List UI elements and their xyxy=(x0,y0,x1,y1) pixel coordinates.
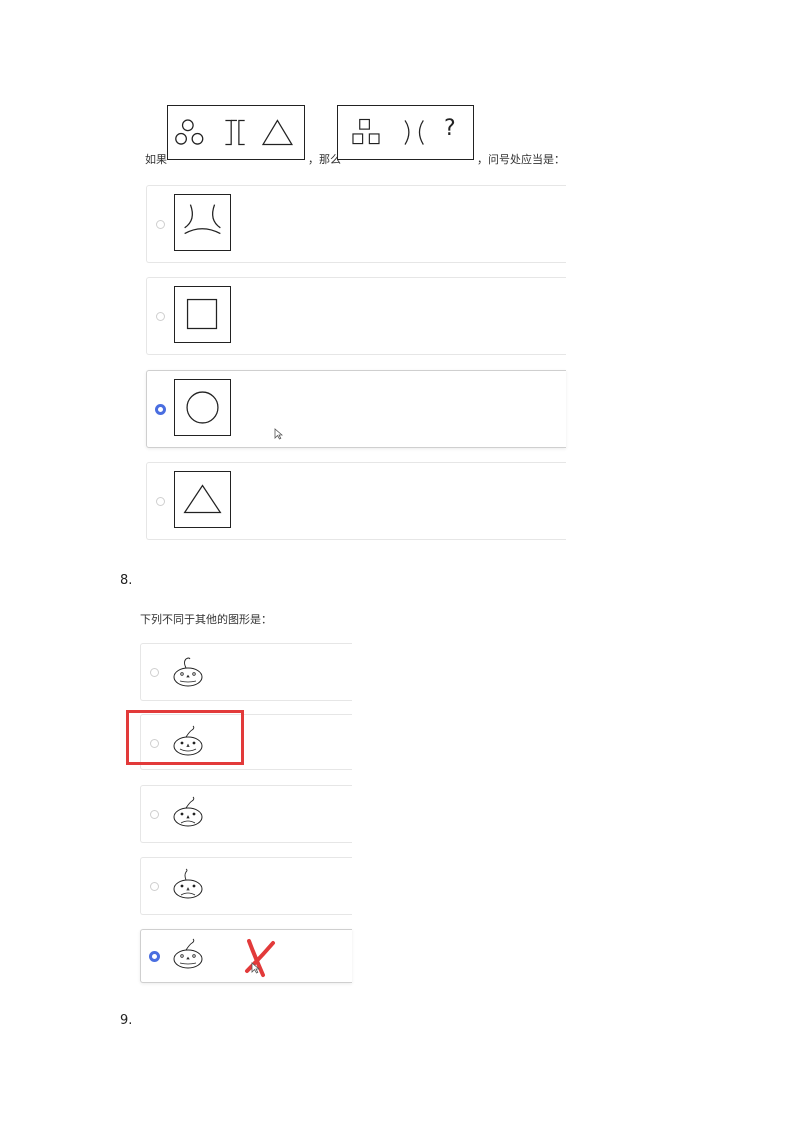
radio-button[interactable] xyxy=(156,497,165,506)
triangle-icon xyxy=(183,484,222,514)
q7-premise-figure xyxy=(167,105,305,160)
premise-shapes-icon xyxy=(175,119,293,146)
pumpkin-face-icon xyxy=(173,938,203,969)
mouse-cursor-icon xyxy=(274,428,283,440)
q8-number: 8. xyxy=(120,573,133,588)
q7-option-b[interactable] xyxy=(146,277,566,355)
q7-option-a[interactable] xyxy=(146,185,566,263)
radio-button[interactable] xyxy=(156,220,165,229)
option-figure xyxy=(174,194,231,251)
red-highlight-box xyxy=(126,710,244,765)
pumpkin-face-icon xyxy=(173,657,203,687)
option-figure xyxy=(174,379,231,436)
q7-conclusion-figure: ? xyxy=(337,105,474,160)
option-figure xyxy=(174,286,231,343)
circle-icon xyxy=(186,391,219,424)
radio-button[interactable] xyxy=(150,882,159,891)
pumpkin-face-icon xyxy=(173,868,203,899)
curved-triangle-icon xyxy=(184,204,221,235)
q7-option-d[interactable] xyxy=(146,462,566,540)
q7-suffix: ，问号处应当是： xyxy=(477,153,565,166)
option-figure xyxy=(174,471,231,528)
q7-option-c[interactable] xyxy=(146,370,566,448)
radio-button[interactable] xyxy=(150,810,159,819)
radio-button[interactable] xyxy=(156,312,165,321)
radio-button-checked[interactable] xyxy=(155,404,166,415)
square-icon xyxy=(186,298,218,330)
q9-number: 9. xyxy=(120,1013,133,1028)
mouse-cursor-icon xyxy=(251,962,260,974)
wrong-mark-icon xyxy=(245,939,275,977)
q8-prompt: 下列不同于其他的图形是： xyxy=(140,613,272,626)
q8-option-d[interactable] xyxy=(140,857,352,915)
question-mark: ? xyxy=(444,116,456,141)
pumpkin-face-icon xyxy=(173,796,203,827)
q8-option-e[interactable] xyxy=(140,929,352,983)
q7-prefix: 如果 xyxy=(145,153,167,166)
q8-option-a[interactable] xyxy=(140,643,352,701)
radio-button[interactable] xyxy=(150,668,159,677)
radio-button-checked[interactable] xyxy=(149,951,160,962)
q8-option-c[interactable] xyxy=(140,785,352,843)
